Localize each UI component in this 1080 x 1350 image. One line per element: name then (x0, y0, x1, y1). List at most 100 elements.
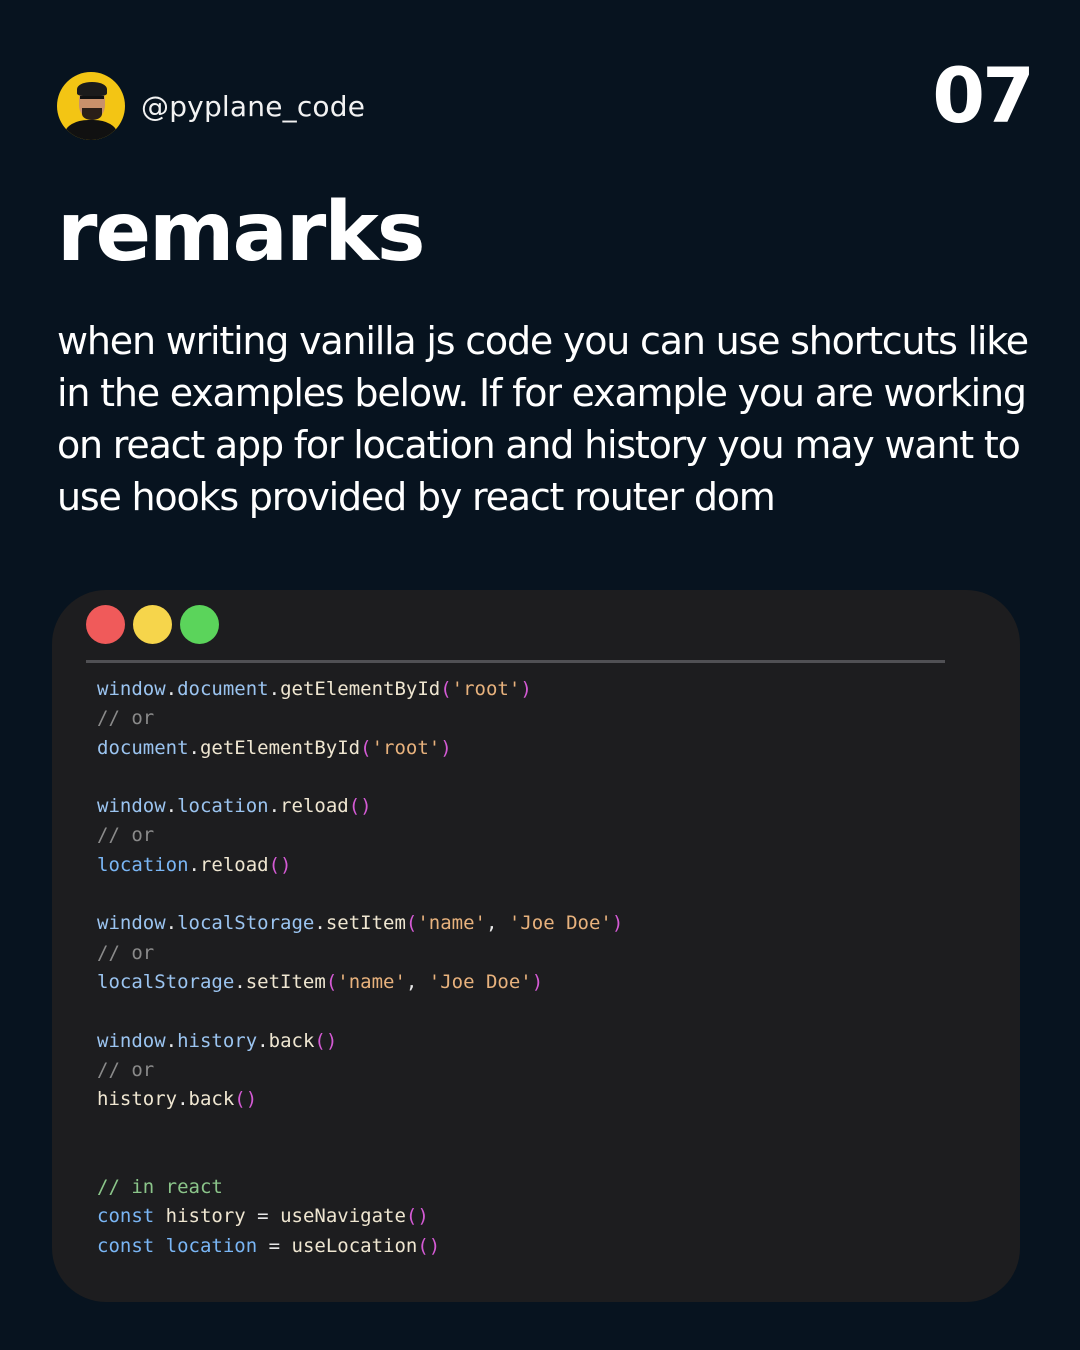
code-token: . (257, 1029, 269, 1052)
code-token: history (165, 1205, 246, 1228)
avatar-glasses (80, 96, 104, 105)
code-token: window (97, 795, 166, 818)
code-token: // or (97, 1058, 155, 1081)
code-token: . (268, 678, 281, 700)
code-token: = (257, 1234, 292, 1257)
code-line: history.back() (97, 1085, 623, 1114)
avatar[interactable] (57, 72, 125, 140)
code-line: document.getElementById('root') (97, 734, 623, 763)
code-token: localStorage (177, 912, 315, 935)
code-line: // or (97, 1056, 623, 1085)
code-token: // or (97, 707, 155, 730)
code-token: () (234, 1088, 258, 1111)
page-title: remarks (57, 185, 426, 280)
code-line: window.history.back() (97, 1027, 623, 1056)
code-token: location (97, 853, 189, 876)
code-block: window.document.getElementById('root')//… (97, 675, 623, 1261)
code-token: ) (531, 970, 544, 993)
code-token: ( (325, 970, 338, 993)
code-token: ( (405, 912, 418, 935)
code-token: location (177, 795, 269, 818)
code-token: getElementById (199, 736, 361, 759)
description-text: when writing vanilla js code you can use… (57, 319, 1029, 519)
zoom-dot[interactable] (180, 605, 219, 644)
code-token: document (97, 736, 189, 759)
code-line: location.reload() (97, 851, 623, 880)
code-token: reload (280, 795, 349, 818)
code-token: ) (440, 736, 452, 759)
code-token: . (268, 795, 281, 818)
code-token: . (188, 853, 200, 876)
code-token: () (417, 1234, 441, 1257)
minimize-dot[interactable] (133, 605, 172, 644)
code-token: . (165, 1029, 178, 1052)
code-token: window (97, 912, 166, 935)
code-token: back (268, 1029, 315, 1052)
avatar-shirt (65, 120, 117, 140)
code-line: const history = useNavigate() (97, 1202, 623, 1231)
code-window: window.document.getElementById('root')//… (52, 590, 1020, 1302)
code-line: // or (97, 939, 623, 968)
account-handle[interactable]: @pyplane_code (141, 90, 365, 123)
avatar-beard (82, 108, 102, 120)
code-line: window.localStorage.setItem('name', 'Joe… (97, 909, 623, 938)
code-token: 'root' (451, 678, 521, 700)
code-line: window.location.reload() (97, 792, 623, 821)
code-token: . (314, 912, 326, 935)
code-token: 'root' (371, 736, 441, 759)
code-token: . (177, 1088, 189, 1111)
close-dot[interactable] (86, 605, 125, 644)
code-line: // or (97, 821, 623, 850)
code-token: ( (440, 678, 452, 700)
code-token: ) (520, 678, 532, 700)
code-token: // or (97, 824, 155, 847)
code-token: useNavigate (280, 1205, 406, 1228)
code-token: . (165, 678, 178, 700)
code-line: // or (97, 704, 623, 733)
code-token: history (177, 1029, 258, 1052)
code-token: 'Joe Doe' (428, 970, 532, 993)
code-token: getElementById (280, 678, 441, 700)
code-token: // or (97, 941, 155, 964)
code-token: 'name' (417, 912, 486, 935)
avatar-hair (77, 82, 107, 96)
code-token: ( (360, 736, 372, 759)
code-line: window.document.getElementById('root') (97, 675, 623, 704)
code-token: ) (611, 912, 624, 935)
window-divider (86, 660, 945, 663)
code-token: () (268, 853, 292, 876)
code-token: , (486, 912, 509, 935)
code-token: document (177, 678, 269, 700)
code-token: () (348, 795, 372, 818)
code-token: 'Joe Doe' (508, 912, 612, 935)
code-token: localStorage (97, 970, 235, 993)
code-token: window (97, 678, 166, 700)
code-token: useLocation (291, 1234, 418, 1257)
code-token: . (188, 736, 200, 759)
code-token: setItem (325, 912, 406, 935)
code-token: . (165, 795, 178, 818)
code-token: 'name' (337, 970, 406, 993)
code-token: // in react (97, 1176, 223, 1199)
code-token: . (234, 970, 246, 993)
code-token: window (97, 1029, 166, 1052)
code-token: back (188, 1088, 235, 1111)
post-header: @pyplane_code (57, 72, 365, 140)
code-token: () (405, 1205, 429, 1228)
code-token: history (97, 1088, 178, 1111)
code-line: localStorage.setItem('name', 'Joe Doe') (97, 968, 623, 997)
code-token: . (165, 912, 178, 935)
code-token: const (97, 1205, 155, 1228)
code-line: // in react (97, 1173, 623, 1202)
code-token: () (314, 1029, 338, 1052)
code-token: setItem (245, 970, 326, 993)
window-controls (86, 605, 219, 644)
code-token: location (165, 1234, 258, 1257)
code-token: const (97, 1234, 155, 1257)
